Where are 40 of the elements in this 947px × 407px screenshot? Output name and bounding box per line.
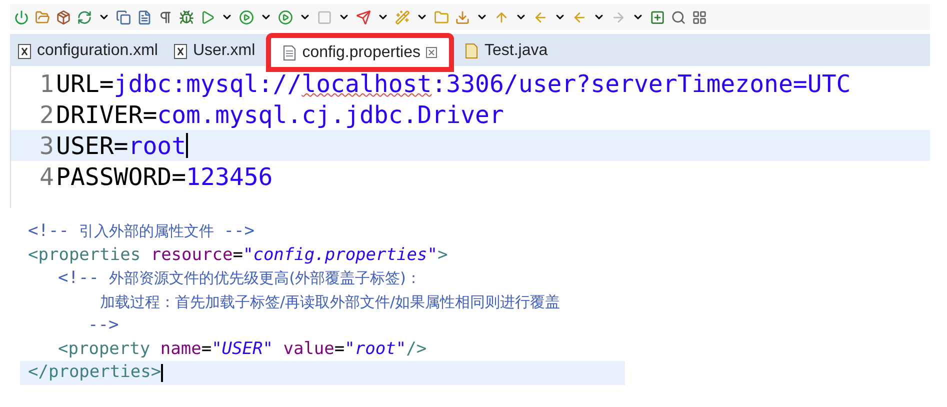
code-text: <!-- 外部资源文件的优先级更高(外部覆盖子标签)： [58, 267, 422, 290]
editor-tab[interactable]: User.xml [166, 36, 264, 66]
code-text: --> [88, 314, 120, 337]
run-icon[interactable] [200, 10, 215, 24]
code-text: </properties> [28, 361, 162, 384]
new-window-icon[interactable] [650, 10, 665, 24]
perspective-icon[interactable] [692, 10, 707, 24]
code-text: DRIVER=com.mysql.cj.jdbc.Driver [56, 100, 504, 130]
code-text: URL=jdbc:mysql://localhost:3306/user?serverTimezone=UTC [56, 68, 851, 100]
line-number: 4 [38, 162, 55, 192]
xml-file-icon [18, 44, 31, 58]
code-text: 加载过程：首先加载子标签/再读取外部文件/如果属性相同则进行覆盖 [100, 292, 562, 312]
copy-icon[interactable] [116, 10, 131, 24]
deploy-icon[interactable] [356, 10, 371, 24]
line-number: 3 [38, 130, 55, 162]
code-text: <!-- 引入外部的属性文件 --> [28, 220, 256, 243]
editor-tab[interactable]: configuration.xml [10, 36, 166, 66]
document-icon[interactable] [137, 10, 152, 24]
folder-icon[interactable] [35, 10, 50, 24]
code-text: <property name="USER" value="root"/> [58, 338, 427, 360]
line-number: 1 [38, 68, 55, 100]
editor-tab[interactable]: config.properties [269, 36, 452, 69]
document-icon [283, 44, 296, 60]
xml-file-icon [174, 44, 187, 58]
package-icon[interactable] [56, 10, 71, 24]
power-icon[interactable] [14, 10, 29, 24]
java-file-icon [465, 43, 478, 59]
code-text: PASSWORD=123456 [56, 162, 273, 192]
refresh-icon[interactable] [77, 10, 92, 24]
search-icon[interactable] [671, 10, 686, 24]
download-icon[interactable] [455, 10, 470, 24]
bug-icon[interactable] [179, 10, 194, 24]
pilcrow-icon[interactable] [158, 10, 173, 24]
editor-tab[interactable]: Test.java [457, 36, 556, 66]
code-text: <properties resource="config.properties"> [28, 244, 448, 266]
line-number: 2 [38, 100, 55, 130]
run-icon[interactable] [239, 10, 254, 24]
code-text: USER=root [56, 130, 186, 162]
run-icon[interactable] [278, 10, 293, 24]
close-icon[interactable] [426, 47, 438, 58]
